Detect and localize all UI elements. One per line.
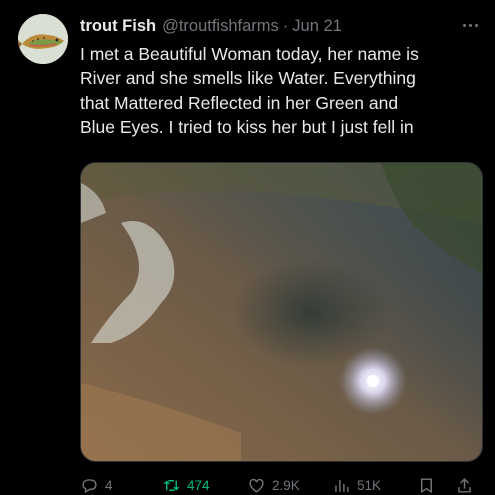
retweet-count: 474 (187, 477, 210, 493)
display-name[interactable]: trout Fish (80, 17, 156, 36)
share-button[interactable] (455, 476, 480, 495)
views-count: 51K (357, 477, 382, 493)
tweet-text-line: River and she smells like Water. Everyth… (80, 68, 416, 89)
reply-icon (82, 478, 97, 493)
views-button[interactable]: 51K (332, 476, 381, 495)
like-button[interactable]: 2.9K (247, 476, 300, 495)
reply-button[interactable]: 4 (80, 476, 113, 495)
retweet-icon (163, 479, 180, 491)
tweet-text-line: I met a Beautiful Woman today, her name … (80, 44, 419, 64)
avatar[interactable] (18, 14, 68, 64)
tweet-text-line: Blue Eyes. I tried to kiss her but I jus… (80, 116, 414, 137)
tweet-media-image[interactable] (80, 162, 483, 462)
trout-fish-icon (18, 14, 68, 64)
river-water-photo (81, 163, 482, 461)
retweet-button[interactable]: 474 (162, 476, 210, 495)
share-icon (458, 477, 471, 493)
like-count: 2.9K (272, 477, 300, 493)
tweet-header: trout Fish @troutfishfarms · Jun 21 (80, 14, 481, 38)
bookmark-icon (421, 477, 432, 493)
tweet-actions-bar: 4 474 2.9K 51K (80, 475, 485, 495)
bookmark-button[interactable] (417, 476, 442, 495)
views-icon (335, 479, 349, 492)
heart-icon (249, 478, 264, 493)
separator-dot: · (282, 16, 289, 35)
tweet-text-line: that Mattered Reflected in her Green and (80, 92, 399, 113)
user-handle[interactable]: @troutfishfarms (162, 17, 279, 36)
tweet-date[interactable]: Jun 21 (292, 17, 342, 36)
more-options-icon[interactable] (459, 14, 481, 36)
tweet-text: I met a Beautiful Woman today, her name … (80, 42, 480, 139)
reply-count: 4 (105, 477, 113, 493)
